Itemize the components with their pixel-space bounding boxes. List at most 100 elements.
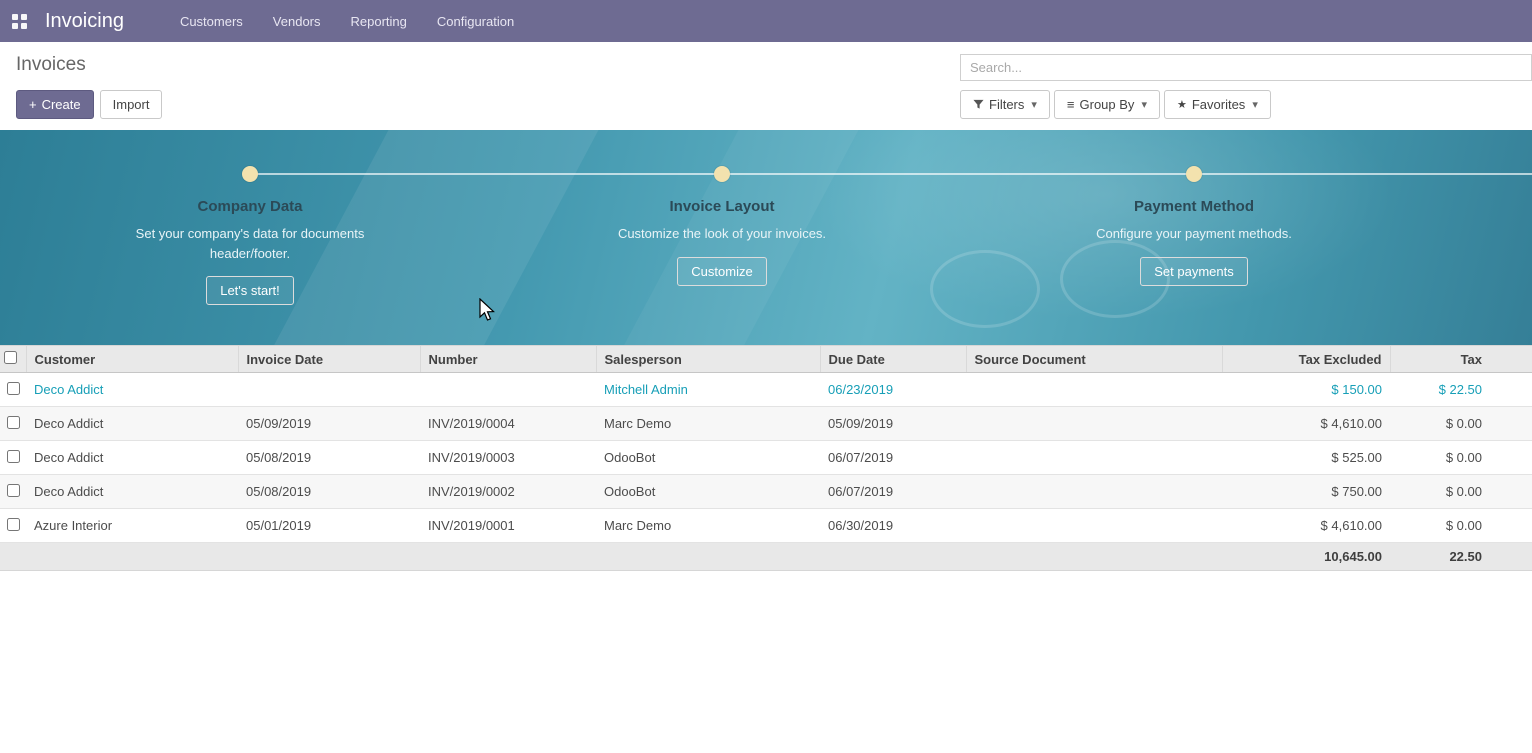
cell-source-document[interactable] [966, 407, 1222, 441]
table-totals-row: 10,645.00 22.50 [0, 543, 1532, 571]
row-checkbox-cell [0, 373, 26, 407]
cell-number[interactable]: INV/2019/0002 [420, 475, 596, 509]
group-by-button[interactable]: ≡ Group By ▾ [1054, 90, 1160, 119]
caret-down-icon: ▾ [1031, 98, 1037, 111]
select-all-checkbox-cell [0, 346, 26, 373]
cell-tax-excluded[interactable]: $ 4,610.00 [1222, 407, 1390, 441]
step-title: Invoice Layout [552, 198, 892, 215]
cell-customer[interactable]: Deco Addict [26, 475, 238, 509]
table-row: Deco Addict 05/08/2019 INV/2019/0003 Odo… [0, 441, 1532, 475]
cell-tax-excluded[interactable]: $ 4,610.00 [1222, 509, 1390, 543]
step-description: Configure your payment methods. [1079, 224, 1309, 244]
cell-source-document[interactable] [966, 373, 1222, 407]
step-title: Payment Method [1024, 198, 1364, 215]
column-header-number[interactable]: Number [420, 346, 596, 373]
cell-salesperson[interactable]: OdooBot [596, 475, 820, 509]
cell-tax[interactable]: $ 0.00 [1390, 407, 1532, 441]
cell-invoice-date[interactable]: 05/09/2019 [238, 407, 420, 441]
cell-invoice-date[interactable] [238, 373, 420, 407]
cell-tax-excluded[interactable]: $ 750.00 [1222, 475, 1390, 509]
import-button-label: Import [113, 97, 150, 112]
nav-item-configuration[interactable]: Configuration [437, 14, 514, 29]
row-checkbox[interactable] [7, 382, 20, 395]
cell-customer[interactable]: Deco Addict [26, 441, 238, 475]
cell-invoice-date[interactable]: 05/01/2019 [238, 509, 420, 543]
cell-customer[interactable]: Azure Interior [26, 509, 238, 543]
column-header-tax[interactable]: Tax [1390, 346, 1532, 373]
cell-salesperson[interactable]: Mitchell Admin [596, 373, 820, 407]
cell-due-date[interactable]: 05/09/2019 [820, 407, 966, 441]
step-dot-icon [714, 166, 730, 182]
cell-source-document[interactable] [966, 475, 1222, 509]
onboarding-step-invoice-layout: Invoice Layout Customize the look of you… [552, 166, 892, 286]
set-payments-button[interactable]: Set payments [1140, 257, 1248, 286]
cell-salesperson[interactable]: Marc Demo [596, 509, 820, 543]
select-all-checkbox[interactable] [4, 351, 17, 364]
onboarding-banner: Company Data Set your company's data for… [0, 130, 1532, 345]
row-checkbox[interactable] [7, 450, 20, 463]
apps-grid-icon[interactable] [12, 14, 27, 29]
cell-customer[interactable]: Deco Addict [26, 407, 238, 441]
cell-tax[interactable]: $ 0.00 [1390, 475, 1532, 509]
search-input[interactable] [960, 54, 1532, 81]
filters-button[interactable]: Filters ▾ [960, 90, 1050, 119]
cell-due-date[interactable]: 06/07/2019 [820, 441, 966, 475]
cell-source-document[interactable] [966, 441, 1222, 475]
cell-due-date[interactable]: 06/07/2019 [820, 475, 966, 509]
cell-salesperson[interactable]: Marc Demo [596, 407, 820, 441]
table-row: Azure Interior 05/01/2019 INV/2019/0001 … [0, 509, 1532, 543]
step-description: Customize the look of your invoices. [607, 224, 837, 244]
cell-tax-excluded[interactable]: $ 525.00 [1222, 441, 1390, 475]
page-title: Invoices [16, 54, 162, 76]
table-row: Deco Addict 05/09/2019 INV/2019/0004 Mar… [0, 407, 1532, 441]
totals-empty-cell [238, 543, 420, 571]
favorites-button[interactable]: ★ Favorites ▾ [1164, 90, 1271, 119]
nav-item-reporting[interactable]: Reporting [351, 14, 407, 29]
row-checkbox[interactable] [7, 518, 20, 531]
cell-number[interactable]: INV/2019/0004 [420, 407, 596, 441]
control-panel: Invoices + Create Import Filters ▾ ≡ Gro… [0, 42, 1532, 130]
column-header-invoice-date[interactable]: Invoice Date [238, 346, 420, 373]
customize-button[interactable]: Customize [677, 257, 766, 286]
lets-start-button[interactable]: Let's start! [206, 276, 294, 305]
plus-icon: + [29, 97, 37, 112]
cell-customer[interactable]: Deco Addict [26, 373, 238, 407]
total-tax-excluded: 10,645.00 [1222, 543, 1390, 571]
cell-invoice-date[interactable]: 05/08/2019 [238, 475, 420, 509]
totals-empty-cell [596, 543, 820, 571]
total-tax: 22.50 [1390, 543, 1532, 571]
step-dot-icon [242, 166, 258, 182]
star-icon: ★ [1177, 98, 1187, 111]
totals-empty-cell [0, 543, 26, 571]
row-checkbox-cell [0, 509, 26, 543]
cell-number[interactable] [420, 373, 596, 407]
cell-number[interactable]: INV/2019/0001 [420, 509, 596, 543]
cell-tax[interactable]: $ 22.50 [1390, 373, 1532, 407]
cell-salesperson[interactable]: OdooBot [596, 441, 820, 475]
nav-item-vendors[interactable]: Vendors [273, 14, 321, 29]
cell-source-document[interactable] [966, 509, 1222, 543]
column-header-tax-excluded[interactable]: Tax Excluded [1222, 346, 1390, 373]
row-checkbox[interactable] [7, 484, 20, 497]
cell-tax[interactable]: $ 0.00 [1390, 509, 1532, 543]
import-button[interactable]: Import [100, 90, 163, 119]
group-by-button-label: Group By [1080, 97, 1135, 112]
cell-number[interactable]: INV/2019/0003 [420, 441, 596, 475]
row-checkbox[interactable] [7, 416, 20, 429]
cell-due-date[interactable]: 06/23/2019 [820, 373, 966, 407]
cell-due-date[interactable]: 06/30/2019 [820, 509, 966, 543]
app-title[interactable]: Invoicing [45, 10, 124, 33]
cell-tax-excluded[interactable]: $ 150.00 [1222, 373, 1390, 407]
column-header-due-date[interactable]: Due Date [820, 346, 966, 373]
create-button[interactable]: + Create [16, 90, 94, 119]
create-button-label: Create [42, 97, 81, 112]
cell-tax[interactable]: $ 0.00 [1390, 441, 1532, 475]
nav-item-customers[interactable]: Customers [180, 14, 243, 29]
column-header-salesperson[interactable]: Salesperson [596, 346, 820, 373]
column-header-source-document[interactable]: Source Document [966, 346, 1222, 373]
cell-invoice-date[interactable]: 05/08/2019 [238, 441, 420, 475]
group-by-icon: ≡ [1067, 97, 1075, 112]
column-header-customer[interactable]: Customer [26, 346, 238, 373]
caret-down-icon: ▾ [1141, 98, 1147, 111]
table-row: Deco Addict 05/08/2019 INV/2019/0002 Odo… [0, 475, 1532, 509]
